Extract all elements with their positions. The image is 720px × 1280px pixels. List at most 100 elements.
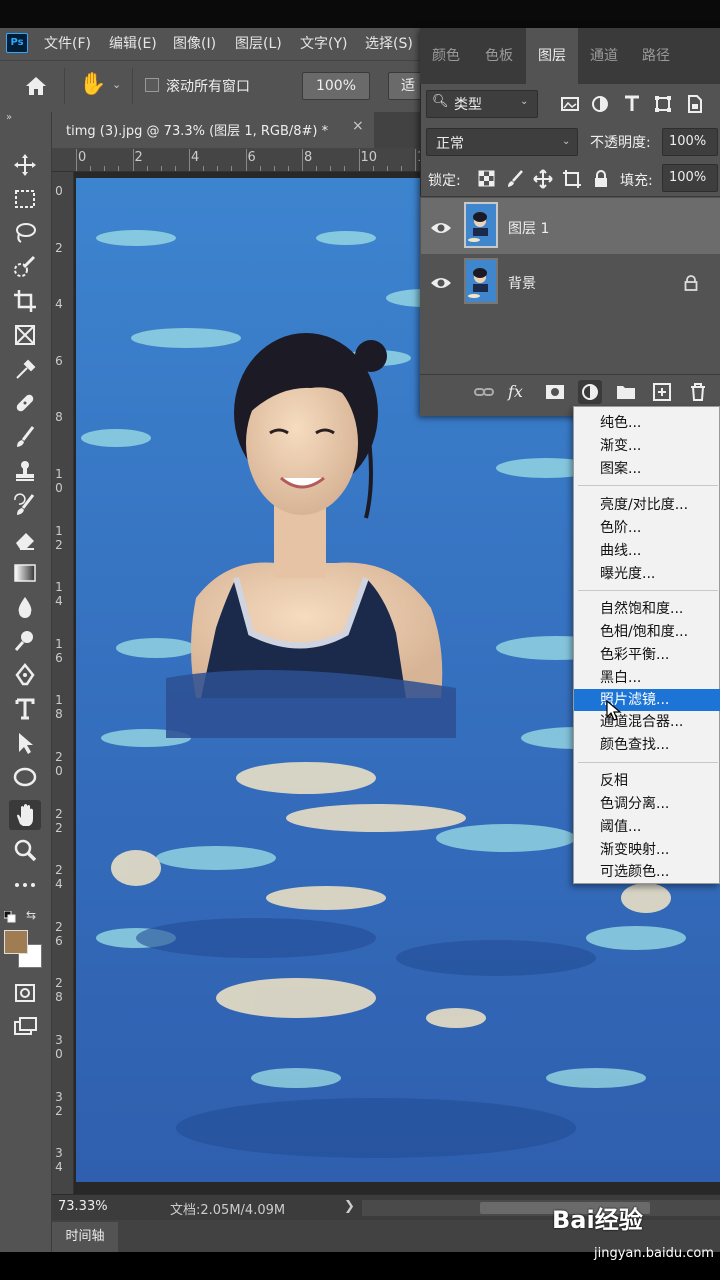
zoom-tool-icon[interactable] [9, 836, 41, 866]
horizontal-ruler: 024681012 [52, 148, 422, 172]
path-selection-tool-icon[interactable] [9, 728, 41, 758]
menu-item-curves[interactable]: 曲线... [574, 540, 720, 562]
add-mask-icon[interactable] [543, 380, 567, 404]
chevron-down-icon: ⌄ [520, 96, 529, 107]
menu-item-color-lookup[interactable]: 颜色查找... [574, 734, 720, 756]
menu-item-exposure[interactable]: 曝光度... [574, 563, 720, 585]
menu-item-gradient[interactable]: 渐变... [574, 435, 720, 457]
lock-artboard-icon[interactable] [561, 168, 583, 190]
healing-brush-tool-icon[interactable] [9, 388, 41, 418]
swap-colors-icon[interactable]: ⇆ [26, 908, 36, 922]
adjustment-filter-icon[interactable] [588, 92, 612, 116]
default-colors-icon[interactable] [3, 908, 16, 923]
tab-channels[interactable]: 通道 [578, 28, 630, 84]
menu-item-photo-filter[interactable]: 照片滤镜... [574, 689, 720, 711]
tab-color[interactable]: 颜色 [420, 28, 472, 84]
adjustment-layer-icon[interactable] [578, 380, 602, 404]
menu-item-hue-saturation[interactable]: 色相/饱和度... [574, 621, 720, 643]
hand-tool-icon[interactable] [9, 800, 41, 830]
menu-item-invert[interactable]: 反相 [574, 770, 720, 792]
lock-image-pixels-icon[interactable] [504, 168, 526, 190]
opacity-input[interactable]: 100% [662, 128, 718, 156]
menu-item-pattern[interactable]: 图案... [574, 458, 720, 480]
menu-file[interactable]: 文件(F) [44, 33, 91, 55]
pen-tool-icon[interactable] [9, 660, 41, 690]
tab-swatches[interactable]: 色板 [472, 28, 526, 84]
shape-filter-icon[interactable] [651, 92, 675, 116]
ellipse-tool-icon[interactable] [9, 762, 41, 792]
smart-object-filter-icon[interactable] [682, 92, 706, 116]
menu-item-color-balance[interactable]: 色彩平衡... [574, 644, 720, 666]
tab-paths[interactable]: 路径 [630, 28, 682, 84]
lasso-tool-icon[interactable] [9, 218, 41, 248]
more-tools-icon[interactable] [9, 870, 41, 900]
crop-tool-icon[interactable] [9, 286, 41, 316]
clone-stamp-tool-icon[interactable] [9, 456, 41, 486]
zoom-100-button[interactable]: 100% [302, 72, 370, 100]
menu-select[interactable]: 选择(S) [365, 33, 413, 55]
menu-item-posterize[interactable]: 色调分离... [574, 793, 720, 815]
ruler-tick-label: 0 [78, 150, 87, 165]
timeline-tab[interactable]: 时间轴 [52, 1222, 118, 1252]
menu-image[interactable]: 图像(I) [173, 33, 216, 55]
lock-icon[interactable] [684, 275, 698, 291]
type-tool-icon[interactable] [9, 694, 41, 724]
lock-position-icon[interactable] [532, 168, 554, 190]
screen-mode-icon[interactable] [9, 1012, 41, 1042]
layer-style-fx-icon[interactable]: fx [508, 380, 532, 404]
menu-edit[interactable]: 编辑(E) [109, 33, 157, 55]
ruler-tick-label: 1 6 [55, 636, 63, 665]
brush-tool-icon[interactable] [9, 422, 41, 452]
eye-icon[interactable] [430, 220, 452, 236]
link-layers-icon[interactable] [472, 380, 496, 404]
tab-layers[interactable]: 图层 [526, 28, 578, 84]
blur-tool-icon[interactable] [9, 592, 41, 622]
hand-tool-preset-icon[interactable]: ✋ [78, 70, 108, 100]
eraser-tool-icon[interactable] [9, 524, 41, 554]
menu-item-solid-color[interactable]: 纯色... [574, 412, 720, 434]
chevron-down-icon[interactable]: ⌄ [112, 78, 121, 91]
close-icon[interactable]: × [352, 118, 364, 134]
menu-item-levels[interactable]: 色阶... [574, 517, 720, 539]
quick-selection-tool-icon[interactable] [9, 252, 41, 282]
menu-item-selective-color[interactable]: 可选颜色... [574, 861, 720, 883]
fill-input[interactable]: 100% [662, 164, 718, 192]
menu-type[interactable]: 文字(Y) [300, 33, 347, 55]
scroll-all-windows-checkbox[interactable] [145, 78, 159, 92]
menu-item-channel-mixer[interactable]: 通道混合器... [574, 711, 720, 733]
quick-mask-icon[interactable] [9, 978, 41, 1008]
menu-item-black-white[interactable]: 黑白... [574, 667, 720, 689]
menu-item-threshold[interactable]: 阈值... [574, 816, 720, 838]
eyedropper-tool-icon[interactable] [9, 354, 41, 384]
frame-tool-icon[interactable] [9, 320, 41, 350]
status-menu-arrow[interactable]: ❯ [344, 1199, 355, 1214]
foreground-color-swatch[interactable] [4, 930, 28, 954]
lock-transparent-pixels-icon[interactable] [476, 168, 498, 190]
layer-name[interactable]: 背景 [508, 273, 536, 293]
new-group-icon[interactable] [614, 380, 638, 404]
home-icon[interactable] [22, 72, 50, 100]
collapse-toolbar-icon[interactable]: » [6, 112, 12, 123]
menu-item-brightness-contrast[interactable]: 亮度/对比度... [574, 494, 720, 516]
move-tool-icon[interactable] [9, 150, 41, 180]
ruler-tick [316, 166, 318, 171]
ruler-tick-label: 1 0 [55, 467, 63, 495]
pixel-filter-icon[interactable] [558, 92, 582, 116]
history-brush-tool-icon[interactable] [9, 490, 41, 520]
ruler-tick [90, 166, 92, 171]
delete-layer-icon[interactable] [686, 380, 710, 404]
eye-icon[interactable] [430, 275, 452, 291]
gradient-tool-icon[interactable] [9, 558, 41, 588]
lock-all-icon[interactable] [590, 168, 612, 190]
menu-item-vibrance[interactable]: 自然饱和度... [574, 598, 720, 620]
new-layer-icon[interactable] [650, 380, 674, 404]
ruler-tick-label: 4 [191, 150, 200, 165]
ruler-tick-label: 2 4 [55, 863, 63, 892]
type-filter-icon[interactable] [620, 92, 644, 116]
zoom-level-readout[interactable]: 73.33% [58, 1199, 108, 1214]
menu-item-gradient-map[interactable]: 渐变映射... [574, 839, 720, 861]
marquee-tool-icon[interactable] [9, 184, 41, 214]
dodge-tool-icon[interactable] [9, 626, 41, 656]
menu-layer[interactable]: 图层(L) [235, 33, 282, 55]
layer-name[interactable]: 图层 1 [508, 218, 549, 238]
